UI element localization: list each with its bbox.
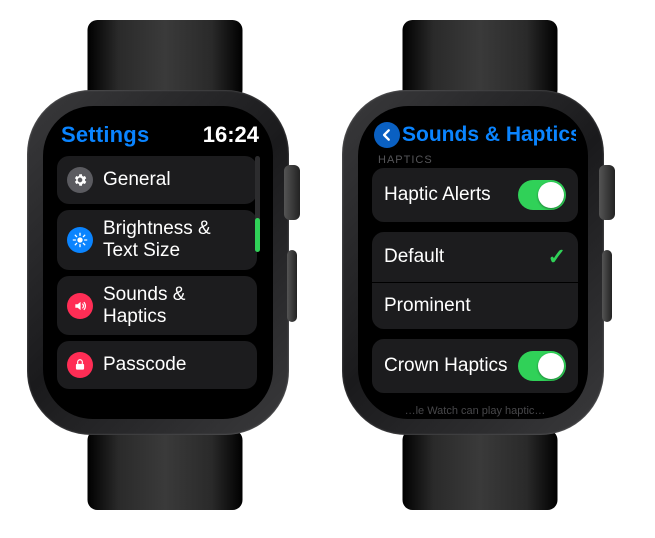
row-label: Default: [384, 246, 444, 268]
settings-list: General Brightness & Text Size Sounds & …: [57, 156, 257, 389]
watch-right: Sounds & Haptics HAPTICS Haptic Alerts D…: [330, 20, 630, 510]
watch-band-top: [403, 20, 558, 100]
side-button[interactable]: [287, 250, 297, 322]
row-default[interactable]: Default ✓: [372, 232, 578, 282]
section-header: HAPTICS: [372, 152, 578, 168]
footer-note: …le Watch can play haptic…: [372, 403, 578, 417]
settings-item-passcode[interactable]: Passcode: [57, 341, 257, 389]
watch-case: Sounds & Haptics HAPTICS Haptic Alerts D…: [342, 90, 604, 435]
brightness-icon: [67, 227, 93, 253]
page-title: Sounds & Haptics: [402, 123, 576, 147]
scroll-indicator[interactable]: [255, 156, 260, 252]
header: Settings 16:24: [57, 122, 263, 156]
watch-screen-settings: Settings 16:24 General Brightness & Text…: [43, 106, 273, 419]
watch-band-top: [88, 20, 243, 100]
settings-item-general[interactable]: General: [57, 156, 257, 204]
watch-left: Settings 16:24 General Brightness & Text…: [15, 20, 315, 510]
side-button[interactable]: [602, 250, 612, 322]
speaker-icon: [67, 293, 93, 319]
row-label: Prominent: [384, 295, 471, 317]
settings-item-label: Brightness & Text Size: [103, 218, 247, 262]
settings-item-label: Passcode: [103, 354, 186, 376]
row-prominent[interactable]: Prominent: [372, 282, 578, 329]
row-label: Crown Haptics: [384, 355, 508, 377]
lock-icon: [67, 352, 93, 378]
settings-item-label: General: [103, 169, 171, 191]
checkmark-icon: ✓: [548, 244, 566, 270]
watch-case: Settings 16:24 General Brightness & Text…: [27, 90, 289, 435]
watch-band-bottom: [403, 430, 558, 510]
settings-item-label: Sounds & Haptics: [103, 284, 247, 328]
status-time: 16:24: [203, 122, 259, 148]
settings-item-brightness[interactable]: Brightness & Text Size: [57, 210, 257, 270]
chevron-left-icon: [380, 128, 394, 142]
toggle-haptic-alerts[interactable]: [518, 180, 566, 210]
page-title: Settings: [61, 122, 149, 148]
row-haptic-alerts[interactable]: Haptic Alerts: [372, 168, 578, 222]
back-button[interactable]: [374, 122, 400, 148]
watch-screen-haptics: Sounds & Haptics HAPTICS Haptic Alerts D…: [358, 106, 588, 419]
row-label: Haptic Alerts: [384, 184, 491, 206]
toggle-crown-haptics[interactable]: [518, 351, 566, 381]
watch-band-bottom: [88, 430, 243, 510]
haptic-alerts-group: Haptic Alerts: [372, 168, 578, 222]
header: Sounds & Haptics: [372, 122, 578, 152]
row-crown-haptics[interactable]: Crown Haptics: [372, 339, 578, 393]
crown-haptics-group: Crown Haptics: [372, 339, 578, 393]
haptic-strength-group: Default ✓ Prominent: [372, 232, 578, 329]
digital-crown[interactable]: [284, 165, 300, 220]
gear-icon: [67, 167, 93, 193]
settings-item-sounds-haptics[interactable]: Sounds & Haptics: [57, 276, 257, 336]
digital-crown[interactable]: [599, 165, 615, 220]
